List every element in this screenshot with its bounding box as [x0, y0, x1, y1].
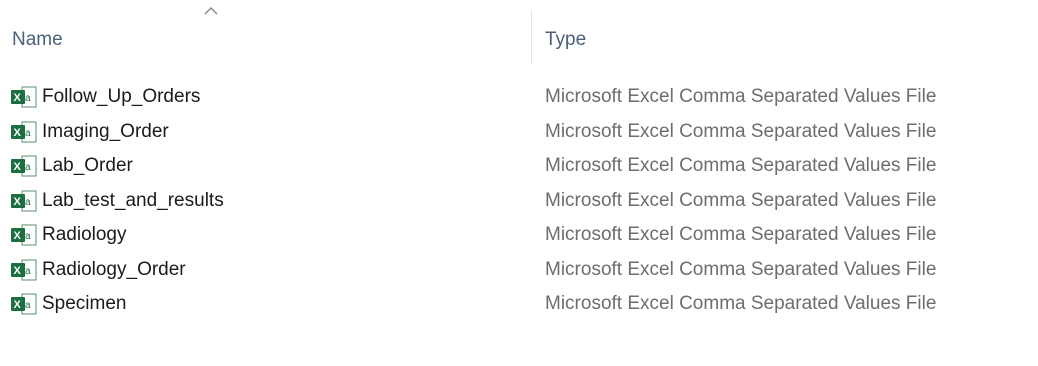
file-row[interactable]: a X Radiology Microsoft Excel Comma Sepa…	[0, 218, 1038, 253]
file-type: Microsoft Excel Comma Separated Values F…	[545, 86, 937, 107]
excel-csv-file-icon: a X	[11, 86, 37, 108]
excel-csv-file-icon: a X	[11, 224, 37, 246]
file-row[interactable]: a X Radiology_Order Microsoft Excel Comm…	[0, 253, 1038, 288]
file-type: Microsoft Excel Comma Separated Values F…	[545, 293, 937, 314]
file-type: Microsoft Excel Comma Separated Values F…	[545, 189, 937, 211]
file-name[interactable]: Lab_Order	[42, 153, 133, 179]
svg-text:a: a	[25, 300, 31, 311]
file-explorer-list: Name Type a X Follow_Up_Orders Microsoft…	[0, 0, 1038, 366]
file-name[interactable]: Radiology_Order	[42, 257, 186, 283]
excel-csv-file-icon: a X	[11, 155, 37, 177]
svg-text:a: a	[25, 266, 31, 277]
svg-text:a: a	[25, 162, 31, 173]
svg-text:a: a	[25, 93, 31, 104]
svg-text:X: X	[14, 230, 22, 242]
svg-text:X: X	[14, 265, 22, 277]
file-row[interactable]: a X Follow_Up_Orders Microsoft Excel Com…	[0, 80, 1038, 115]
file-list: a X Follow_Up_Orders Microsoft Excel Com…	[0, 80, 1038, 322]
type-column-header[interactable]: Type	[545, 28, 586, 52]
file-type: Microsoft Excel Comma Separated Values F…	[545, 155, 937, 176]
file-type: Microsoft Excel Comma Separated Values F…	[545, 258, 937, 280]
svg-text:X: X	[14, 196, 22, 208]
svg-text:X: X	[14, 161, 22, 173]
file-row[interactable]: a X Specimen Microsoft Excel Comma Separ…	[0, 287, 1038, 322]
excel-csv-file-icon: a X	[11, 121, 37, 142]
column-divider[interactable]	[531, 10, 532, 64]
name-column-header[interactable]: Name	[12, 28, 63, 52]
file-name[interactable]: Follow_Up_Orders	[42, 84, 200, 110]
svg-text:a: a	[25, 197, 31, 208]
excel-csv-file-icon: a X	[11, 190, 37, 211]
file-row[interactable]: a X Lab_test_and_results Microsoft Excel…	[0, 184, 1038, 219]
file-name[interactable]: Imaging_Order	[42, 119, 169, 145]
svg-text:X: X	[14, 299, 22, 311]
file-name[interactable]: Radiology	[42, 222, 127, 248]
chevron-up-icon[interactable]	[204, 6, 218, 16]
file-row[interactable]: a X Lab_Order Microsoft Excel Comma Sepa…	[0, 149, 1038, 184]
file-type: Microsoft Excel Comma Separated Values F…	[545, 224, 937, 245]
file-name[interactable]: Lab_test_and_results	[42, 188, 224, 214]
svg-text:X: X	[14, 92, 22, 104]
column-header-bar: Name Type	[0, 0, 1038, 64]
svg-text:a: a	[25, 128, 31, 139]
svg-text:X: X	[14, 127, 22, 139]
file-type: Microsoft Excel Comma Separated Values F…	[545, 120, 937, 142]
excel-csv-file-icon: a X	[11, 293, 37, 315]
file-row[interactable]: a X Imaging_Order Microsoft Excel Comma …	[0, 115, 1038, 150]
file-name[interactable]: Specimen	[42, 291, 127, 317]
excel-csv-file-icon: a X	[11, 259, 37, 280]
svg-text:a: a	[25, 231, 31, 242]
